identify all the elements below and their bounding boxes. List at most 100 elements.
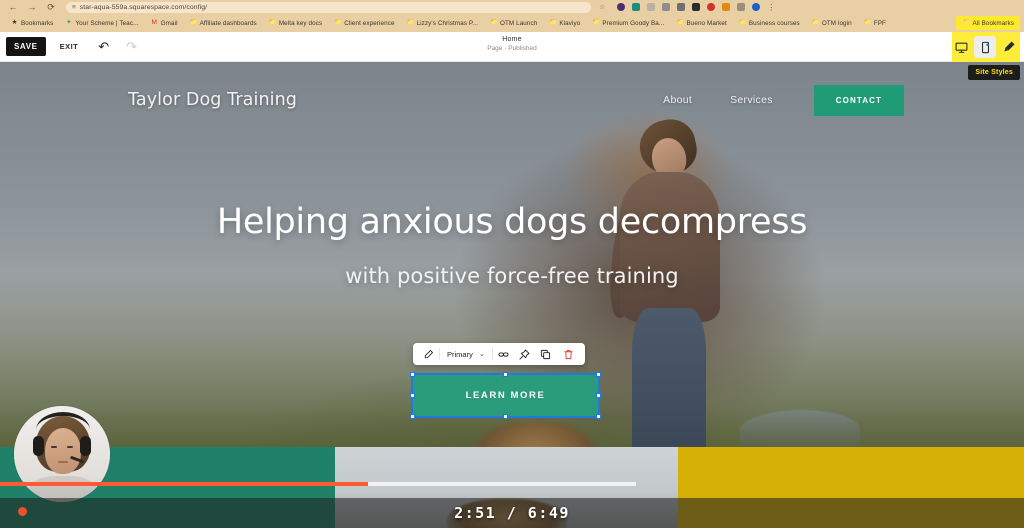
bookmarks-bar: ★ Bookmarks ✦ Your Scheme | Teac... M Gm… (0, 14, 1024, 32)
bookmark-label: Bueno Market (686, 19, 727, 27)
bookmark-item[interactable]: 📁 Bueno Market (670, 16, 732, 30)
extension-clip-icon[interactable] (662, 3, 671, 11)
bookmark-item[interactable]: ★ Bookmarks (5, 16, 59, 30)
star-icon: ★ (11, 18, 18, 26)
pencil-icon (424, 350, 433, 359)
bookmark-item[interactable]: ✦ Your Scheme | Teac... (59, 16, 144, 30)
all-bookmarks-button[interactable]: 📁 All Bookmarks (956, 16, 1020, 30)
webcam-eye-right (67, 446, 73, 448)
recording-indicator-icon (18, 507, 27, 516)
bookmark-item[interactable]: 📁 Melta key docs (263, 16, 328, 30)
back-icon[interactable]: ← (8, 2, 18, 12)
button-style-label[interactable]: Primary (440, 350, 476, 359)
block-toolbar: Primary ⌄ (413, 343, 585, 365)
site-header: Taylor Dog Training About Services CONTA… (0, 62, 1024, 138)
mobile-view-button[interactable] (974, 36, 996, 58)
extension-camera-icon[interactable] (677, 3, 686, 11)
resize-handle[interactable] (410, 393, 415, 398)
pin-button[interactable] (514, 343, 535, 365)
learn-more-button[interactable]: LEARN MORE (411, 373, 600, 418)
folder-icon: 📁 (962, 18, 971, 26)
bookmark-item[interactable]: 📁 Klaviyo (543, 16, 586, 30)
webcam-bubble (14, 406, 110, 502)
resize-handle[interactable] (596, 372, 601, 377)
folder-icon: 📁 (334, 18, 343, 26)
bookmark-label: Affiliate dashboards (199, 19, 257, 27)
folder-icon: 📁 (863, 18, 872, 26)
redo-icon[interactable]: ↷ (126, 40, 137, 53)
forward-icon[interactable]: → (27, 2, 37, 12)
bookmark-item[interactable]: 📁 Affiliate dashboards (184, 16, 263, 30)
resize-handle[interactable] (410, 372, 415, 377)
browser-menu-icon[interactable]: ⋮ (767, 3, 775, 12)
desktop-view-button[interactable] (950, 36, 972, 58)
mobile-icon (981, 41, 989, 53)
edit-button[interactable] (419, 343, 439, 365)
duplicate-button[interactable] (535, 343, 556, 365)
extension-window-icon[interactable] (737, 3, 746, 11)
extension-orange-icon[interactable] (722, 3, 731, 11)
all-bookmarks-label: All Bookmarks (972, 19, 1014, 27)
page-status: Page · Published (487, 45, 537, 52)
extension-blue-icon[interactable] (752, 3, 761, 11)
site-settings-icon[interactable]: ≡ (72, 4, 76, 11)
bookmark-item[interactable]: 📁 Premium Goody Ba... (586, 16, 670, 30)
editor-view-controls: Site Styles (950, 32, 1020, 80)
save-button[interactable]: SAVE (6, 37, 46, 56)
extension-red-icon[interactable] (707, 3, 716, 11)
bookmark-item[interactable]: 📁 OTM login (806, 16, 858, 30)
nav-item-about[interactable]: About (644, 94, 711, 106)
extension-dark-icon[interactable] (692, 3, 701, 11)
hero-subheadline: with positive force-free training (345, 264, 679, 288)
extension-purple-icon[interactable] (617, 3, 626, 11)
bookmark-star-icon[interactable]: ☆ (599, 3, 605, 11)
extension-teal-icon[interactable] (632, 3, 641, 11)
link-button[interactable] (493, 343, 514, 365)
bookmark-label: OTM Launch (499, 19, 538, 27)
chevron-down-icon[interactable]: ⌄ (476, 350, 492, 358)
video-timestamp: 2:51 / 6:49 (454, 504, 570, 522)
bookmark-label: Melta key docs (278, 19, 323, 27)
learn-more-block[interactable]: LEARN MORE (410, 372, 601, 419)
site-styles-button[interactable] (998, 36, 1020, 58)
trash-icon (564, 349, 573, 359)
webcam-mouth (58, 461, 68, 463)
video-progress-bar[interactable] (0, 482, 1024, 486)
hero-headline: Helping anxious dogs decompress (216, 202, 808, 242)
bookmark-item[interactable]: M Gmail (145, 16, 184, 30)
undo-icon[interactable]: ↶ (98, 40, 109, 53)
bookmark-item[interactable]: 📁 FPF (858, 16, 892, 30)
delete-button[interactable] (556, 343, 579, 365)
desktop-icon (955, 42, 967, 53)
link-icon (498, 351, 509, 357)
resize-handle[interactable] (503, 414, 508, 419)
resize-handle[interactable] (410, 414, 415, 419)
address-bar[interactable]: ≡ star-aqua-559a.squarespace.com/config/ (66, 1, 591, 13)
webcam-person-face (45, 428, 81, 474)
resize-handle[interactable] (503, 372, 508, 377)
pin-icon (519, 348, 530, 360)
nav-item-services[interactable]: Services (711, 94, 792, 106)
bookmark-item[interactable]: 📁 OTM Launch (484, 16, 543, 30)
gmail-icon: M (151, 18, 157, 26)
extension-grey-icon[interactable] (647, 3, 656, 11)
folder-icon: 📁 (489, 18, 499, 26)
reload-icon[interactable]: ⟳ (46, 2, 56, 12)
bookmark-label: Bookmarks (21, 19, 54, 27)
bookmark-item[interactable]: 📁 Business courses (733, 16, 806, 30)
resize-handle[interactable] (596, 393, 601, 398)
exit-button[interactable]: EXIT (60, 42, 79, 51)
page-title: Home (502, 36, 522, 43)
page-indicator: Home Page · Published (0, 36, 1024, 52)
folder-icon: 📁 (738, 18, 747, 26)
contact-button[interactable]: CONTACT (813, 84, 904, 116)
site-brand[interactable]: Taylor Dog Training (128, 90, 297, 110)
bookmark-label: Business courses (748, 19, 800, 27)
headphone-cup-right (80, 436, 91, 456)
bookmark-label: Your Scheme | Teac... (75, 19, 139, 27)
bookmark-item[interactable]: 📁 Lizzy's Christmas P... (401, 16, 484, 30)
bookmark-item[interactable]: 📁 Client experience (328, 16, 400, 30)
resize-handle[interactable] (596, 414, 601, 419)
url-text: star-aqua-559a.squarespace.com/config/ (79, 3, 208, 11)
folder-icon: 📁 (811, 18, 820, 26)
